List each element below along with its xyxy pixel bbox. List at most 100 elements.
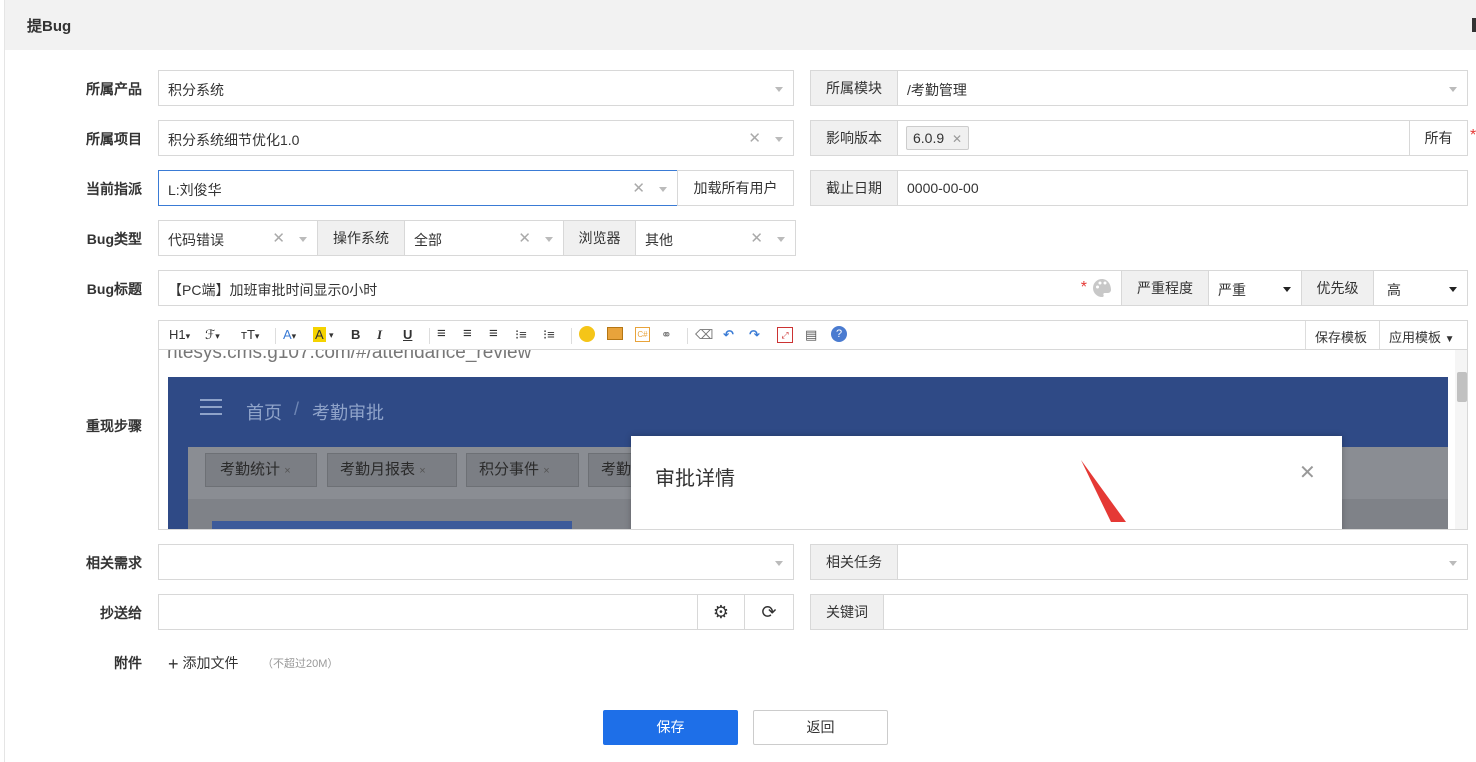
clear-icon[interactable]: ✕ xyxy=(748,129,761,147)
product-select[interactable]: 积分系统 xyxy=(158,70,794,106)
ordered-list-icon[interactable]: ⁝≡ xyxy=(515,327,527,343)
task-label: 相关任务 xyxy=(810,544,898,580)
chevron-down-icon xyxy=(775,561,783,566)
module-label: 所属模块 xyxy=(810,70,898,106)
plus-icon: + xyxy=(168,654,179,674)
font-family-button[interactable]: ℱ▾ xyxy=(205,327,220,343)
embedded-dialog-title: 审批详情 xyxy=(655,468,735,490)
embedded-tab: 积分事件 × xyxy=(466,453,579,487)
back-button[interactable]: 返回 xyxy=(753,710,888,745)
add-file-button[interactable]: + 添加文件 xyxy=(168,653,239,675)
severity-label: 严重程度 xyxy=(1121,270,1209,306)
bug-type-select[interactable]: 代码错误 ✕ xyxy=(158,220,318,256)
chevron-down-icon xyxy=(777,237,785,242)
chevron-down-icon xyxy=(775,137,783,142)
title-label: Bug标题 xyxy=(86,281,142,297)
color-palette-icon[interactable] xyxy=(1091,277,1113,299)
version-select[interactable]: 6.0.9 ✕ xyxy=(897,120,1410,156)
deadline-label: 截止日期 xyxy=(810,170,898,206)
image-icon[interactable] xyxy=(607,327,623,340)
project-select[interactable]: 积分系统细节优化1.0 ✕ xyxy=(158,120,794,156)
embedded-dialog: 审批详情 ✕ xyxy=(631,436,1342,529)
version-label: 影响版本 xyxy=(810,120,898,156)
cc-label: 抄送给 xyxy=(100,605,142,621)
steps-editor[interactable]: ritesys.cms.g107.com/#/attendance_review… xyxy=(158,349,1468,530)
chevron-down-icon xyxy=(1449,561,1457,566)
story-select[interactable] xyxy=(158,544,794,580)
project-label: 所属项目 xyxy=(86,131,142,147)
font-size-button[interactable]: ᴛT▾ xyxy=(241,327,259,342)
bold-icon[interactable]: B xyxy=(351,327,360,342)
version-tag-text: 6.0.9 xyxy=(913,130,945,146)
chevron-down-icon xyxy=(299,237,307,242)
redo-icon[interactable]: ↷ xyxy=(749,327,760,343)
refresh-icon[interactable]: ⟳ xyxy=(744,594,794,630)
align-center-icon[interactable]: ≡ xyxy=(463,325,472,342)
required-asterisk: * xyxy=(1080,279,1087,296)
os-value: 全部 xyxy=(414,232,442,248)
assign-select[interactable]: L:刘俊华 ✕ xyxy=(158,170,678,206)
deadline-input[interactable]: 0000-00-00 xyxy=(897,170,1468,206)
file-size-limit: （不超过20M） xyxy=(262,658,339,670)
italic-icon[interactable]: I xyxy=(377,327,382,343)
heading-button[interactable]: H1▾ xyxy=(169,327,190,342)
toolbar-divider xyxy=(275,328,276,344)
clear-icon[interactable]: ✕ xyxy=(750,229,763,247)
save-button[interactable]: 保存 xyxy=(603,710,738,745)
severity-select[interactable]: 严重 xyxy=(1208,270,1302,306)
product-label: 所属产品 xyxy=(86,81,142,97)
fullscreen-icon[interactable]: ⤢ xyxy=(777,327,793,343)
cc-select[interactable] xyxy=(158,594,698,630)
help-icon[interactable]: ? xyxy=(831,326,847,342)
toolbar-divider xyxy=(571,328,572,344)
priority-value: 高 xyxy=(1387,282,1401,298)
collapse-icon[interactable] xyxy=(1472,18,1476,32)
emoji-icon[interactable] xyxy=(579,326,595,342)
os-select[interactable]: 全部 ✕ xyxy=(404,220,564,256)
task-select[interactable] xyxy=(897,544,1468,580)
clear-icon[interactable]: ✕ xyxy=(632,179,645,197)
chevron-down-icon xyxy=(1283,287,1291,292)
code-icon[interactable]: C# xyxy=(635,327,650,342)
files-label: 附件 xyxy=(114,655,142,671)
unordered-list-icon[interactable]: ⁝≡ xyxy=(543,327,555,343)
chevron-down-icon[interactable]: ▾ xyxy=(329,330,334,341)
title-input[interactable]: 【PC端】加班审批时间显示0小时 * xyxy=(158,270,1122,306)
gear-icon[interactable]: ⚙ xyxy=(697,594,745,630)
eraser-icon[interactable]: ⌫ xyxy=(695,327,713,343)
clear-icon[interactable]: ✕ xyxy=(272,229,285,247)
underline-icon[interactable]: U xyxy=(403,327,412,342)
highlight-icon[interactable]: A xyxy=(313,327,326,342)
module-select[interactable]: /考勤管理 xyxy=(897,70,1468,106)
align-right-icon[interactable]: ≡ xyxy=(489,325,498,342)
undo-icon[interactable]: ↶ xyxy=(723,327,734,343)
story-label: 相关需求 xyxy=(86,555,142,571)
scrollbar-thumb[interactable] xyxy=(1457,372,1467,402)
font-color-icon[interactable]: A▾ xyxy=(283,327,296,342)
paste-icon[interactable]: ▤ xyxy=(805,327,817,343)
editor-toolbar: H1▾ ℱ▾ ᴛT▾ A▾ A ▾ B I U ≡ ≡ ≡ ⁝≡ ⁝≡ C# ⚭ … xyxy=(158,320,1468,350)
chevron-down-icon xyxy=(1449,87,1457,92)
align-left-icon[interactable]: ≡ xyxy=(437,325,446,342)
apply-template-text: 应用模板 xyxy=(1389,330,1442,345)
embedded-tab-label: 积分事件 xyxy=(479,461,540,478)
toolbar-divider xyxy=(687,328,688,344)
clear-icon[interactable]: ✕ xyxy=(518,229,531,247)
save-template-button[interactable]: 保存模板 xyxy=(1315,327,1367,346)
keywords-input[interactable] xyxy=(883,594,1468,630)
all-versions-button[interactable]: 所有 xyxy=(1409,120,1468,156)
remove-tag-icon[interactable]: ✕ xyxy=(952,132,962,146)
toolbar-divider xyxy=(1305,321,1306,349)
page-header: 提Bug xyxy=(4,0,1476,50)
bug-type-value: 代码错误 xyxy=(168,232,224,248)
load-all-users-button[interactable]: 加载所有用户 xyxy=(677,170,794,206)
apply-template-button[interactable]: 应用模板 ▼ xyxy=(1389,327,1455,346)
close-icon: ✕ xyxy=(1299,462,1316,484)
priority-select[interactable]: 高 xyxy=(1373,270,1468,306)
embedded-tab-label: 考勤 xyxy=(601,461,632,478)
embedded-tab-label: 考勤统计 xyxy=(220,461,281,478)
editor-scrollbar[interactable] xyxy=(1455,350,1467,529)
heading-text: H1 xyxy=(169,327,186,342)
link-icon[interactable]: ⚭ xyxy=(661,327,672,343)
browser-select[interactable]: 其他 ✕ xyxy=(635,220,796,256)
